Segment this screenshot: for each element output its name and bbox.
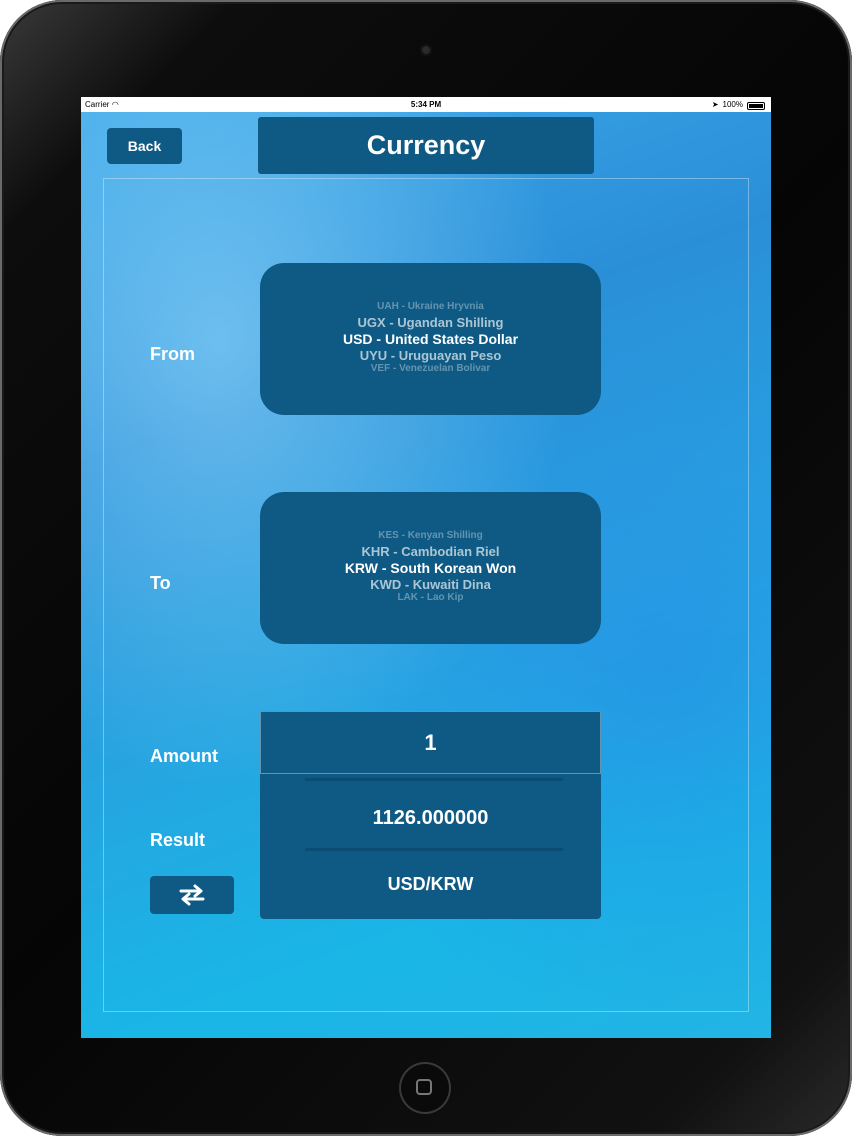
page-title: Currency	[258, 117, 594, 174]
picker-option[interactable]: KES - Kenyan Shilling	[260, 530, 601, 541]
status-bar: Carrier ◠ 5:34 PM ➤ 100%	[81, 97, 771, 112]
picker-option[interactable]: UAH - Ukraine Hryvnia	[260, 301, 601, 312]
back-button[interactable]: Back	[107, 128, 182, 164]
from-currency-picker[interactable]: UAH - Ukraine Hryvnia UGX - Ugandan Shil…	[260, 263, 601, 415]
screen: Carrier ◠ 5:34 PM ➤ 100% Back Currency F…	[81, 97, 771, 1038]
picker-option[interactable]: KWD - Kuwaiti Dina	[260, 577, 601, 592]
picker-option[interactable]: VEF - Venezuelan Bolivar	[260, 363, 601, 374]
picker-option[interactable]: LAK - Lao Kip	[260, 592, 601, 603]
result-value: 1126.000000	[372, 806, 489, 829]
status-right: ➤ 100%	[712, 97, 765, 112]
home-button[interactable]	[399, 1062, 451, 1114]
picker-option[interactable]: UGX - Ugandan Shilling	[260, 315, 601, 330]
swap-arrows-icon	[179, 884, 205, 906]
battery-percent: 100%	[722, 100, 743, 109]
to-currency-picker[interactable]: KES - Kenyan Shilling KHR - Cambodian Ri…	[260, 492, 601, 644]
home-button-icon	[416, 1079, 432, 1095]
swap-button[interactable]	[150, 876, 234, 914]
currency-pair: USD/KRW	[387, 873, 474, 894]
picker-option-selected[interactable]: KRW - South Korean Won	[260, 560, 601, 576]
amount-input[interactable]: 1	[260, 711, 601, 774]
picker-option[interactable]: KHR - Cambodian Riel	[260, 544, 601, 559]
divider	[305, 778, 563, 781]
front-camera	[420, 44, 432, 56]
to-label: To	[150, 573, 171, 593]
currency-app: Back Currency From UAH - Ukraine Hryvnia…	[81, 112, 771, 1038]
picker-option-selected[interactable]: USD - United States Dollar	[260, 331, 601, 347]
picker-option[interactable]: UYU - Uruguayan Peso	[260, 348, 601, 363]
from-label: From	[150, 344, 195, 364]
location-icon: ➤	[711, 100, 719, 109]
amount-label: Amount	[150, 746, 218, 766]
divider	[305, 848, 563, 851]
ipad-device-frame: Carrier ◠ 5:34 PM ➤ 100% Back Currency F…	[0, 0, 852, 1136]
result-label: Result	[150, 830, 206, 850]
status-time: 5:34 PM	[410, 100, 442, 109]
battery-icon	[747, 102, 765, 110]
